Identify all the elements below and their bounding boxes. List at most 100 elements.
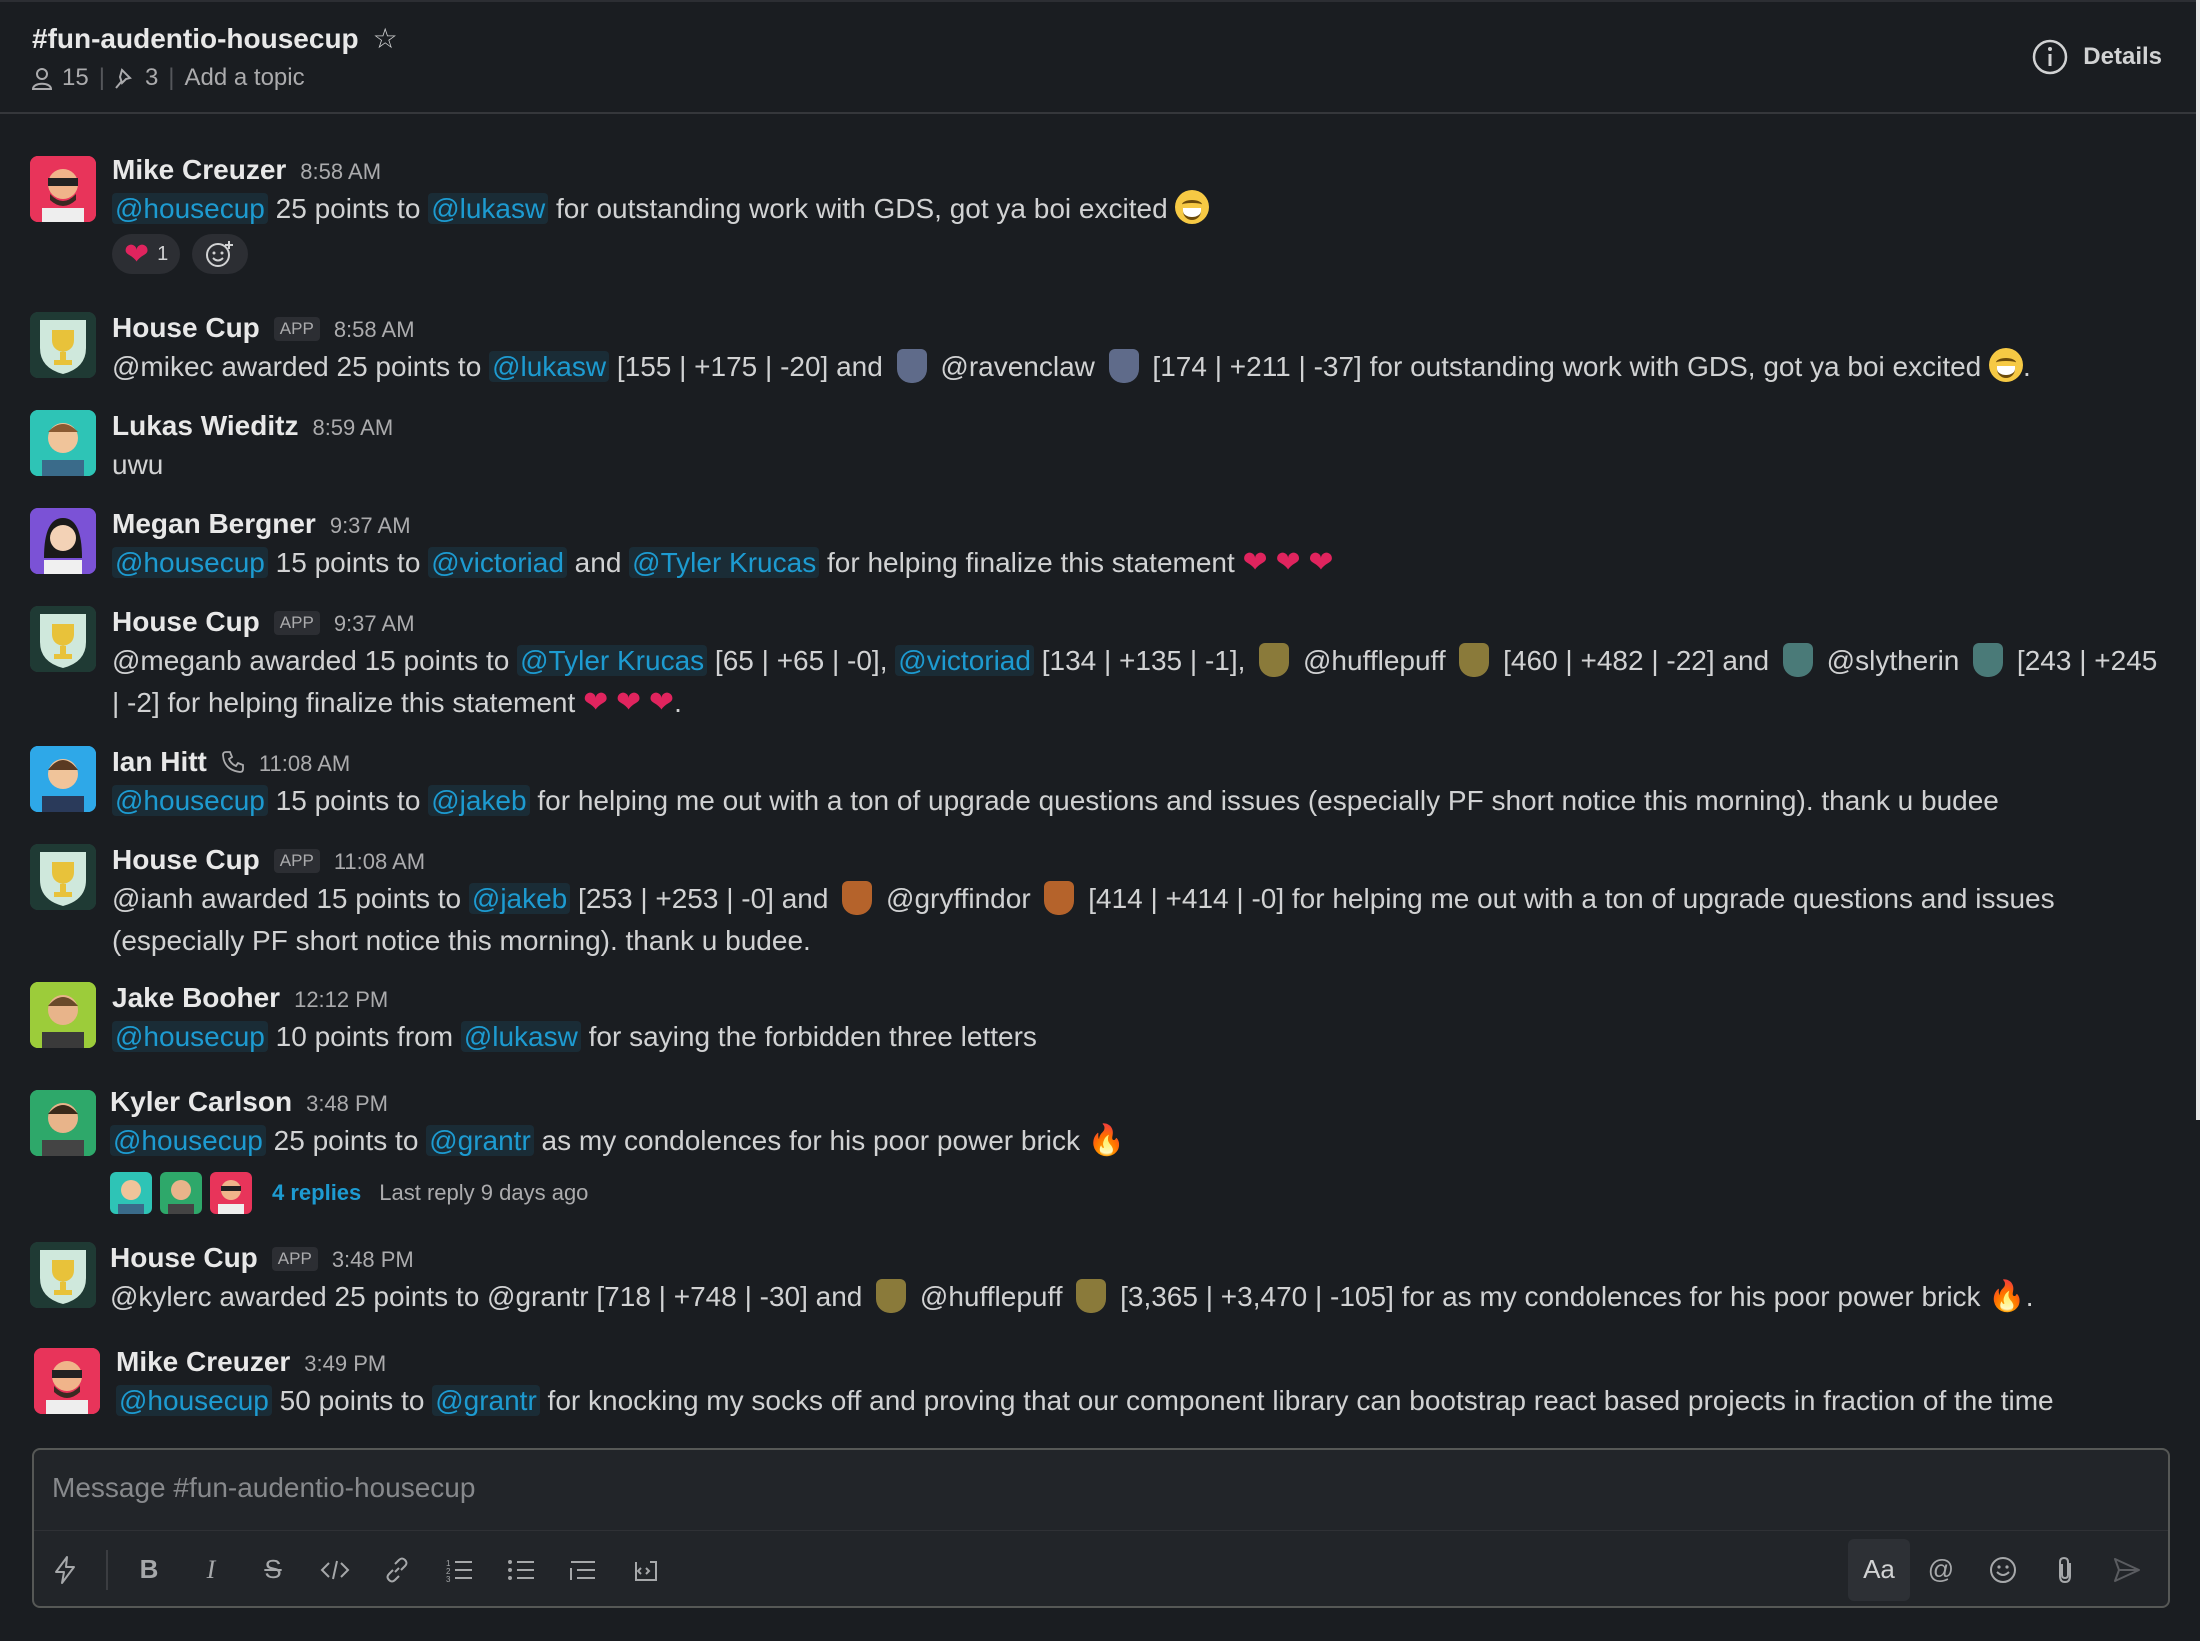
heart-reaction[interactable]: ❤ 1 [112, 234, 181, 274]
message-text: as my condolences for his poor power bri… [533, 1125, 1088, 1156]
app-badge: APP [271, 1247, 318, 1271]
channel-name[interactable]: #fun-audentio-housecup [32, 23, 359, 55]
timestamp[interactable]: 3:48 PM [332, 1247, 414, 1273]
message-input[interactable]: Message #fun-audentio-housecup [52, 1472, 475, 1504]
message-body: @housecup 50 points to @grantr for knock… [116, 1380, 2160, 1422]
author-name[interactable]: Ian Hitt [112, 746, 207, 778]
timestamp[interactable]: 3:49 PM [304, 1351, 386, 1377]
message-body: @housecup 15 points to @victoriad and @T… [112, 542, 2160, 584]
thread-summary[interactable]: 4 replies Last reply 9 days ago [110, 1172, 588, 1214]
avatar[interactable] [30, 156, 96, 222]
ordered-list-button[interactable]: 123 [428, 1539, 490, 1601]
avatar[interactable] [30, 508, 96, 574]
code-button[interactable] [304, 1539, 366, 1601]
author-name[interactable]: Kyler Carlson [110, 1086, 292, 1118]
author-name[interactable]: Jake Booher [112, 982, 280, 1014]
avatar[interactable] [30, 312, 96, 378]
author-name[interactable]: House Cup [112, 312, 260, 344]
mention[interactable]: @housecup [116, 1385, 272, 1416]
blockquote-button[interactable] [552, 1539, 614, 1601]
grinning-emoji-icon [1989, 348, 2024, 382]
attach-button[interactable] [2034, 1539, 2096, 1601]
avatar[interactable] [34, 1348, 100, 1414]
app-badge: APP [273, 611, 320, 635]
avatar[interactable] [30, 746, 96, 812]
code-icon [320, 1560, 350, 1579]
timestamp[interactable]: 8:58 AM [300, 159, 381, 185]
mention[interactable]: @victoriad [428, 547, 567, 578]
mention[interactable]: @Tyler Krucas [517, 645, 708, 676]
author-name[interactable]: Lukas Wieditz [112, 410, 298, 442]
timestamp[interactable]: 8:59 AM [312, 415, 393, 441]
phone-icon [221, 751, 244, 773]
timestamp[interactable]: 9:37 AM [330, 513, 411, 539]
mention[interactable]: @lukasw [489, 351, 610, 382]
add-reaction-button[interactable] [192, 234, 249, 274]
message-text: . [2023, 351, 2031, 382]
slack-channel-window: #fun-audentio-housecup ☆ 15 | 3 | Add a … [0, 0, 2200, 1641]
code-block-button[interactable] [614, 1539, 676, 1601]
mention[interactable]: @victoriad [895, 645, 1034, 676]
emoji-button[interactable] [1972, 1539, 2034, 1601]
star-icon[interactable]: ☆ [373, 22, 398, 55]
members-count[interactable]: 15 [62, 64, 89, 92]
pins-count[interactable]: 3 [145, 64, 158, 92]
timestamp[interactable]: 8:58 AM [334, 317, 415, 343]
bold-button[interactable]: B [118, 1539, 180, 1601]
channel-title[interactable]: #fun-audentio-housecup ☆ [32, 22, 398, 55]
mention[interactable]: @housecup [110, 1125, 266, 1156]
avatar[interactable] [30, 1242, 96, 1308]
pin-icon[interactable] [115, 64, 135, 92]
author-name[interactable]: House Cup [110, 1242, 258, 1274]
formatting-toggle-button[interactable]: Aa [1848, 1538, 1910, 1601]
send-button[interactable] [2096, 1539, 2158, 1601]
details-button[interactable]: Details [2031, 38, 2162, 76]
author-name[interactable]: House Cup [112, 844, 260, 876]
mention[interactable]: @Tyler Krucas [629, 547, 820, 578]
avatar[interactable] [30, 982, 96, 1048]
timestamp[interactable]: 9:37 AM [334, 611, 415, 637]
avatar[interactable] [30, 844, 96, 910]
shortcuts-button[interactable] [34, 1539, 96, 1601]
members-icon[interactable] [31, 64, 53, 92]
timestamp[interactable]: 11:08 AM [334, 849, 425, 875]
mention[interactable]: @grantr [426, 1125, 534, 1156]
slytherin-crest-icon [1782, 643, 1813, 677]
bulleted-list-button[interactable] [490, 1539, 552, 1601]
mention[interactable]: @housecup [112, 547, 268, 578]
mention[interactable]: @jakeb [468, 883, 571, 914]
add-topic-link[interactable]: Add a topic [185, 64, 305, 92]
italic-button[interactable]: I [180, 1539, 242, 1601]
message-composer[interactable]: Message #fun-audentio-housecup B I S 123 [32, 1448, 2170, 1608]
mention[interactable]: @lukasw [428, 193, 549, 224]
author-name[interactable]: Mike Creuzer [116, 1346, 290, 1378]
message-text: 50 points to [271, 1385, 433, 1416]
mention[interactable]: @jakeb [428, 785, 530, 816]
link-button[interactable] [366, 1539, 428, 1601]
mention[interactable]: @housecup [112, 785, 268, 816]
message-text: @mikec awarded 25 points to [112, 351, 490, 382]
avatar [210, 1172, 252, 1214]
mention[interactable]: @housecup [112, 193, 268, 224]
mention[interactable]: @lukasw [460, 1021, 581, 1052]
timestamp[interactable]: 11:08 AM [259, 751, 350, 777]
avatar[interactable] [30, 410, 96, 476]
author-name[interactable]: Mike Creuzer [112, 154, 286, 186]
timestamp[interactable]: 3:48 PM [306, 1091, 388, 1117]
avatar[interactable] [30, 1090, 96, 1156]
message-text: @gryffindor [878, 883, 1039, 914]
reaction-count: 1 [157, 242, 169, 265]
mention[interactable]: @housecup [112, 1021, 268, 1052]
mention[interactable]: @grantr [432, 1385, 540, 1416]
timestamp[interactable]: 12:12 PM [294, 987, 388, 1013]
avatar[interactable] [30, 606, 96, 672]
mention-button[interactable]: @ [1910, 1539, 1972, 1601]
message-body: @kylerc awarded 25 points to @grantr [71… [110, 1276, 2160, 1318]
replies-link[interactable]: 4 replies [272, 1180, 361, 1206]
fire-icon: 🔥 [1988, 1280, 2026, 1313]
fire-icon: 🔥 [1087, 1124, 1126, 1157]
author-name[interactable]: Megan Bergner [112, 508, 316, 540]
message-text: . [2025, 1281, 2034, 1312]
author-name[interactable]: House Cup [112, 606, 260, 638]
strikethrough-button[interactable]: S [242, 1539, 304, 1601]
